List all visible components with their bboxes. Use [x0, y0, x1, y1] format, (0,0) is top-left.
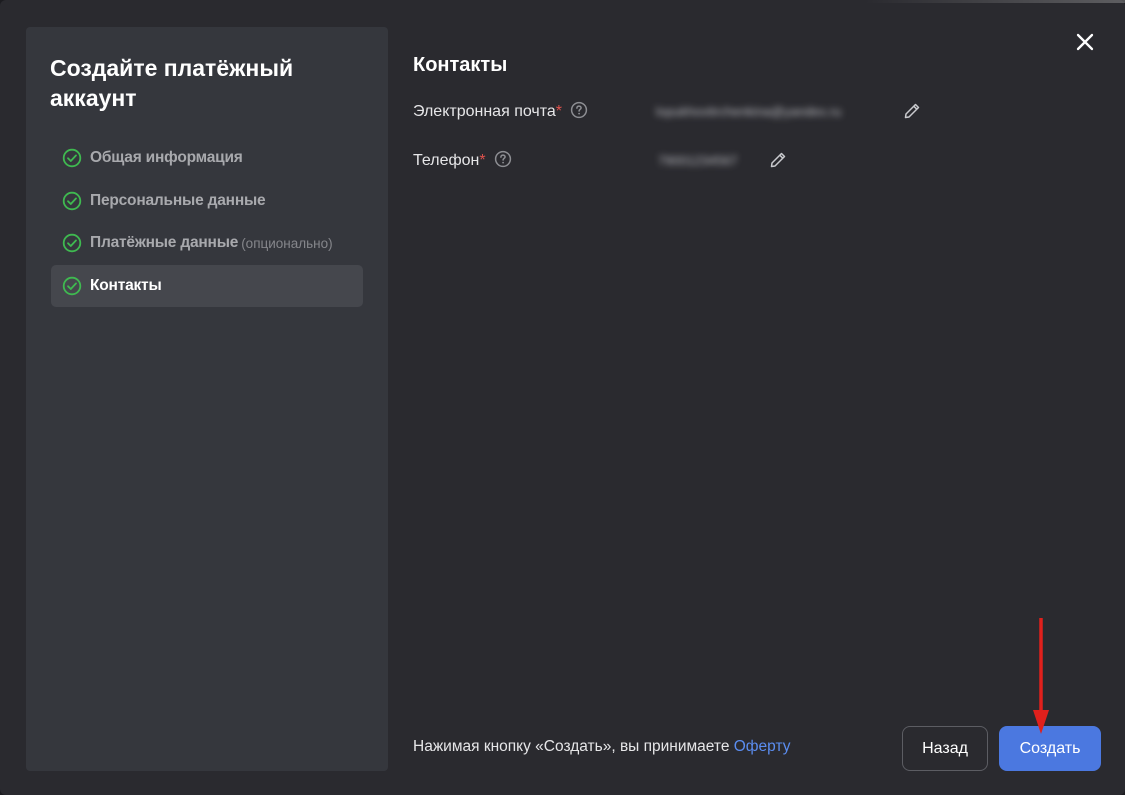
email-label: Электронная почта* — [413, 101, 588, 121]
step-label: Персональные данные — [90, 191, 266, 209]
close-button[interactable] — [1072, 29, 1098, 55]
check-circle-icon — [62, 233, 82, 253]
step-general-info[interactable]: Общая информация — [51, 137, 363, 179]
phone-field: Телефон* 79001234567 — [413, 148, 1013, 176]
email-value: lopukhovtirchenkina@yandex.ru — [656, 104, 842, 119]
required-asterisk: * — [479, 152, 486, 169]
step-payment-data[interactable]: Платёжные данные (опционально) — [51, 222, 363, 264]
check-circle-icon — [62, 276, 82, 296]
step-personal-data[interactable]: Персональные данные — [51, 180, 363, 222]
email-field: Электронная почта* lopukhovtirchenkina@y… — [413, 99, 1013, 127]
step-optional-hint: (опционально) — [241, 235, 333, 251]
close-icon — [1076, 33, 1094, 51]
question-circle-icon[interactable] — [570, 101, 588, 119]
check-circle-icon — [62, 191, 82, 211]
steps-list: Общая информация Персональные данные Пла… — [51, 137, 363, 308]
phone-label: Телефон* — [413, 150, 512, 170]
check-circle-icon — [62, 148, 82, 168]
step-label: Общая информация — [90, 149, 243, 166]
step-label: Платёжные данные — [90, 234, 239, 252]
sidebar-title: Создайте платёжный аккаунт — [50, 55, 294, 111]
step-contacts[interactable]: Контакты — [51, 265, 363, 308]
step-label: Контакты — [90, 277, 162, 295]
question-circle-icon[interactable] — [494, 150, 512, 168]
pencil-icon[interactable] — [768, 150, 788, 170]
offer-link[interactable]: Оферту — [734, 738, 791, 755]
section-title: Контакты — [413, 54, 508, 76]
required-asterisk: * — [555, 103, 563, 120]
create-payment-account-dialog: Создайте платёжный аккаунт Общая информа… — [0, 0, 1125, 795]
back-button[interactable]: Назад — [902, 726, 988, 771]
phone-value: 79001234567 — [658, 153, 738, 168]
annotation-arrow-icon — [1033, 618, 1049, 734]
pencil-icon[interactable] — [902, 101, 922, 121]
offer-notice: Нажимая кнопку «Создать», вы принимаете … — [413, 738, 791, 755]
sidebar: Создайте платёжный аккаунт Общая информа… — [26, 27, 388, 771]
top-edge-highlight — [865, 0, 1125, 3]
